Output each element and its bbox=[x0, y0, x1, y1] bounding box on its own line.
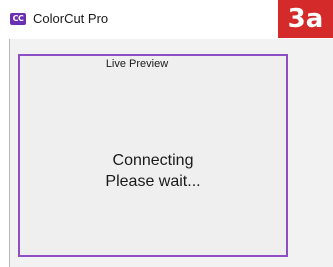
status-line-connecting: Connecting bbox=[112, 152, 194, 169]
window-left-border bbox=[9, 39, 10, 267]
app-logo-icon: CC bbox=[10, 13, 26, 25]
step-badge: 3a bbox=[278, 0, 333, 38]
preview-label: Live Preview bbox=[105, 58, 169, 70]
status-line-please-wait: Please wait... bbox=[105, 173, 201, 190]
app-window: CC ColorCut Pro 3a Live Preview Connecti… bbox=[0, 0, 333, 267]
live-preview-panel: Live Preview Connecting Please wait... bbox=[18, 54, 288, 257]
window-title: ColorCut Pro bbox=[33, 11, 109, 26]
connection-status: Connecting Please wait... bbox=[20, 150, 286, 192]
